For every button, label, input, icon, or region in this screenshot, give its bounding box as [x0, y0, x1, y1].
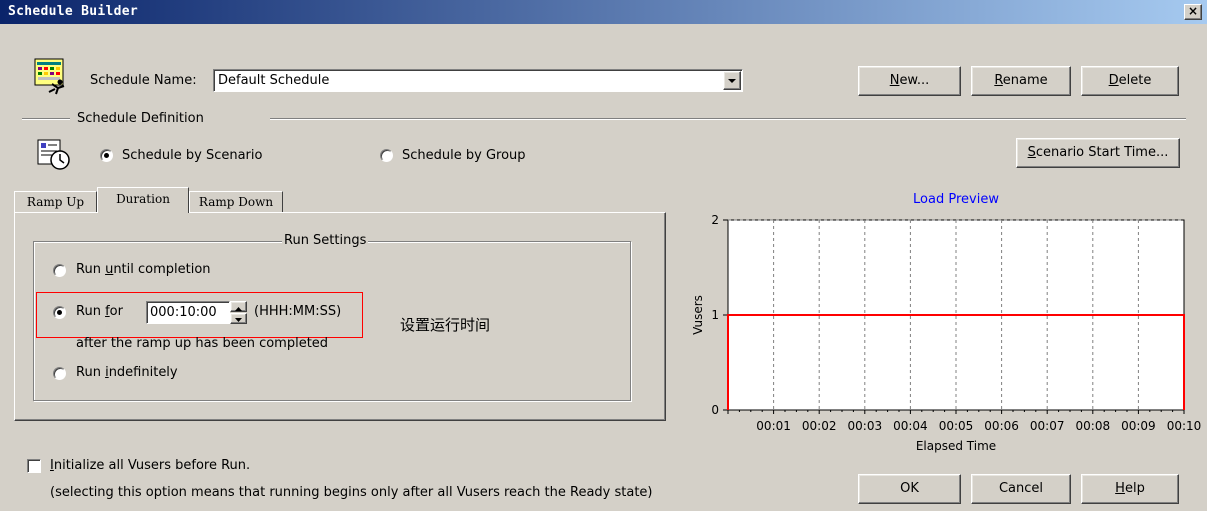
run-until-completion-label: Run until completion [76, 262, 211, 277]
y-axis-label: Vusers [691, 295, 705, 335]
tab-ramp-up-label: Ramp Up [26, 195, 85, 209]
new-button-label: New... [889, 73, 930, 88]
schedule-by-scenario-label: Schedule by Scenario [122, 148, 263, 163]
close-button[interactable]: × [1184, 4, 1202, 20]
spin-down-button[interactable] [230, 313, 247, 324]
x-tick-label: 00:04 [893, 419, 928, 433]
run-for-note: after the ramp up has been completed [76, 336, 329, 351]
definition-separator-left [22, 118, 70, 120]
cancel-button-label: Cancel [998, 481, 1044, 496]
y-tick-label: 2 [711, 213, 719, 227]
delete-button-label: Delete [1108, 73, 1152, 88]
ok-button[interactable]: OK [858, 474, 961, 504]
x-axis-label: Elapsed Time [916, 439, 996, 453]
x-tick-label: 00:06 [984, 419, 1019, 433]
rename-button[interactable]: Rename [971, 66, 1071, 96]
help-button-label: Help [1115, 481, 1145, 496]
x-tick-label: 00:03 [848, 419, 883, 433]
initialize-vusers-label: Initialize all Vusers before Run. [50, 458, 251, 473]
x-tick-label: 00:07 [1030, 419, 1065, 433]
run-for-spinner[interactable] [230, 301, 247, 324]
arrow-down-icon [235, 318, 242, 322]
initialize-vusers-note: (selecting this option means that runnin… [50, 485, 653, 500]
run-for-time-input[interactable]: 000:10:00 [146, 301, 230, 324]
schedule-by-group-label: Schedule by Group [402, 148, 526, 163]
tab-ramp-down-label: Ramp Down [198, 195, 274, 209]
run-for-annotation: 设置运行时间 [400, 316, 491, 334]
run-for-radio[interactable] [53, 306, 66, 319]
run-until-completion-radio[interactable] [53, 264, 66, 277]
tab-ramp-down[interactable]: Ramp Down [189, 191, 283, 213]
x-tick-label: 00:08 [1076, 419, 1111, 433]
schedule-definition-label: Schedule Definition [77, 111, 204, 126]
schedule-name-value: Default Schedule [218, 73, 330, 88]
run-indefinitely-radio[interactable] [53, 367, 66, 380]
run-settings-label: Run Settings [282, 233, 369, 248]
x-tick-label: 00:02 [802, 419, 837, 433]
run-for-time-value: 000:10:00 [150, 305, 217, 320]
rename-button-label: Rename [994, 73, 1048, 88]
scenario-start-time-label: Scenario Start Time... [1027, 145, 1169, 160]
x-tick-label: 00:09 [1121, 419, 1156, 433]
help-button[interactable]: Help [1081, 474, 1179, 504]
new-button[interactable]: New... [858, 66, 961, 96]
schedule-name-select[interactable]: Default Schedule [213, 69, 743, 92]
title-bar: Schedule Builder × [0, 0, 1207, 24]
arrow-up-icon [235, 307, 242, 311]
window-title: Schedule Builder [8, 4, 139, 19]
dropdown-arrow-button[interactable] [723, 71, 741, 90]
schedule-icon [34, 58, 68, 96]
run-for-label: Run for [76, 304, 123, 319]
schedule-by-group-radio[interactable] [380, 149, 393, 162]
schedule-name-label: Schedule Name: [90, 73, 197, 88]
run-for-format-label: (HHH:MM:SS) [254, 304, 342, 319]
scenario-start-time-button[interactable]: Scenario Start Time... [1016, 138, 1180, 168]
tab-duration-label: Duration [116, 192, 170, 206]
x-tick-label: 00:01 [756, 419, 791, 433]
load-preview-chart: 0 1 2 00:01 00:02 00:03 00:04 00:05 00:06 00:07 00… [691, 192, 1202, 453]
spin-up-button[interactable] [230, 301, 247, 312]
run-indefinitely-label: Run indefinitely [76, 365, 178, 380]
schedule-definition-icon [36, 138, 72, 172]
chart-title: Load Preview [913, 192, 999, 207]
tab-ramp-up[interactable]: Ramp Up [14, 191, 97, 213]
initialize-vusers-checkbox[interactable] [27, 459, 41, 473]
ok-button-label: OK [900, 481, 919, 496]
chevron-down-icon [728, 79, 736, 83]
tab-duration[interactable]: Duration [97, 187, 189, 213]
schedule-by-scenario-radio[interactable] [100, 149, 113, 162]
x-tick-label: 00:10 [1167, 419, 1202, 433]
delete-button[interactable]: Delete [1081, 66, 1179, 96]
cancel-button[interactable]: Cancel [971, 474, 1071, 504]
y-tick-label: 0 [711, 403, 719, 417]
x-tick-label: 00:05 [939, 419, 974, 433]
y-tick-label: 1 [711, 308, 719, 322]
definition-separator-right [270, 118, 1186, 120]
